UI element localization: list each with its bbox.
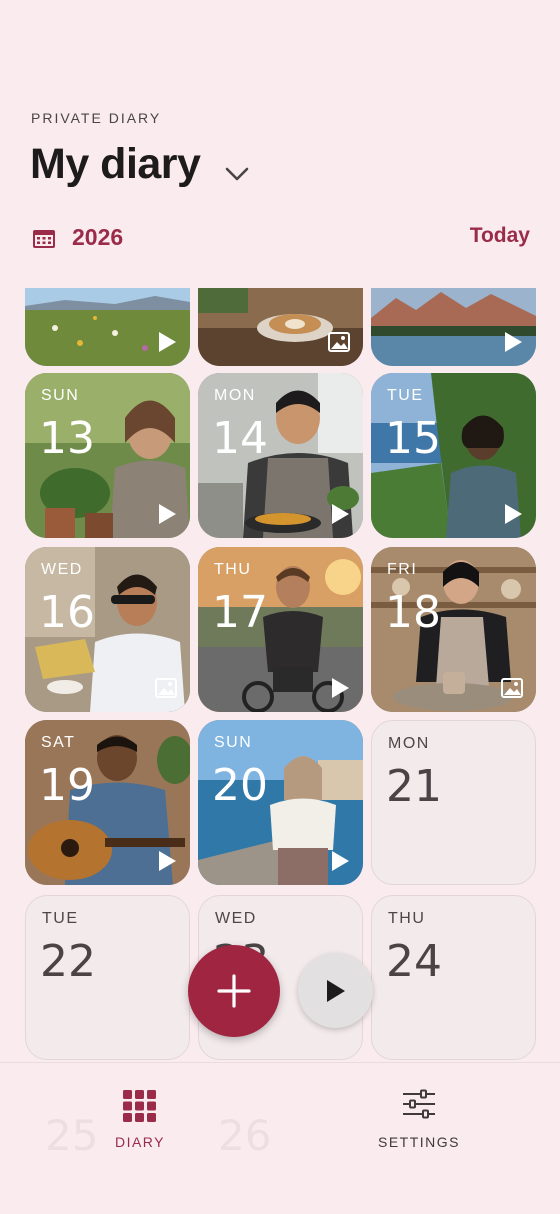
day-number: 19: [39, 760, 95, 811]
day-of-week: SUN: [41, 387, 80, 404]
day-of-week: TUE: [387, 387, 424, 404]
day-number: 15: [385, 413, 441, 464]
day-number: 18: [385, 587, 441, 638]
strip-tile-meadow[interactable]: [25, 288, 190, 366]
day-number: 20: [212, 760, 268, 811]
nav-item-settings[interactable]: SETTINGS: [339, 1089, 499, 1159]
play-icon: [332, 678, 349, 698]
plus-icon: [217, 974, 251, 1008]
day-of-week: MON: [388, 735, 430, 752]
image-icon: [501, 678, 523, 698]
strip-tile-lake[interactable]: [371, 288, 536, 366]
day-number: 17: [212, 587, 268, 638]
nav-label-diary: DIARY: [114, 1134, 166, 1150]
sliders-icon: [403, 1089, 435, 1119]
play-icon: [505, 332, 522, 352]
day-tile-14[interactable]: MON 14: [198, 373, 363, 538]
day-tile-13[interactable]: SUN 13: [25, 373, 190, 538]
day-tile-17[interactable]: THU 17: [198, 547, 363, 712]
ghost-day-number: 26: [218, 1111, 272, 1160]
day-number: 16: [39, 587, 95, 638]
day-of-week: SUN: [214, 734, 253, 751]
day-tile-16[interactable]: WED 16: [25, 547, 190, 712]
play-icon: [159, 332, 176, 352]
play-icon: [332, 504, 349, 524]
day-of-week: FRI: [387, 561, 418, 578]
nav-label-settings: SETTINGS: [377, 1134, 460, 1150]
nav-item-diary[interactable]: DIARY: [60, 1089, 220, 1159]
image-icon: [155, 678, 177, 698]
day-tile-18[interactable]: FRI 18: [371, 547, 536, 712]
play-icon: [159, 851, 176, 871]
day-number: 13: [39, 413, 95, 464]
day-number: 24: [386, 936, 442, 987]
play-slideshow-button[interactable]: [298, 953, 373, 1028]
day-of-week: SAT: [41, 734, 76, 751]
day-tile-20[interactable]: SUN 20: [198, 720, 363, 885]
day-number: 22: [40, 936, 96, 987]
day-of-week: THU: [388, 910, 426, 927]
day-tile-19[interactable]: SAT 19: [25, 720, 190, 885]
play-icon: [505, 504, 522, 524]
grid-icon: [123, 1090, 156, 1122]
meadow-photo: [25, 288, 190, 366]
day-of-week: TUE: [42, 910, 79, 927]
lake-photo: [371, 288, 536, 366]
day-of-week: MON: [214, 387, 256, 404]
coffee-photo: [198, 288, 363, 366]
day-number: 21: [386, 761, 442, 812]
day-of-week: WED: [41, 561, 83, 578]
day-tile-21[interactable]: MON 21: [371, 720, 536, 885]
day-of-week: WED: [215, 910, 257, 927]
day-number: 14: [212, 413, 268, 464]
day-tile-22[interactable]: TUE 22: [25, 895, 190, 1060]
add-entry-button[interactable]: [188, 945, 280, 1037]
image-icon: [328, 332, 350, 352]
strip-tile-coffee[interactable]: [198, 288, 363, 366]
bottom-navigation: 25 26 DIARY SETTINGS: [0, 1062, 560, 1214]
day-of-week: THU: [214, 561, 252, 578]
diary-grid: SUN 13 MON 14 TUE 15 WED 16 THU 17 FRI 1…: [0, 0, 560, 1213]
play-icon: [327, 980, 345, 1002]
play-icon: [332, 851, 349, 871]
play-icon: [159, 504, 176, 524]
day-tile-24[interactable]: THU 24: [371, 895, 536, 1060]
day-tile-15[interactable]: TUE 15: [371, 373, 536, 538]
